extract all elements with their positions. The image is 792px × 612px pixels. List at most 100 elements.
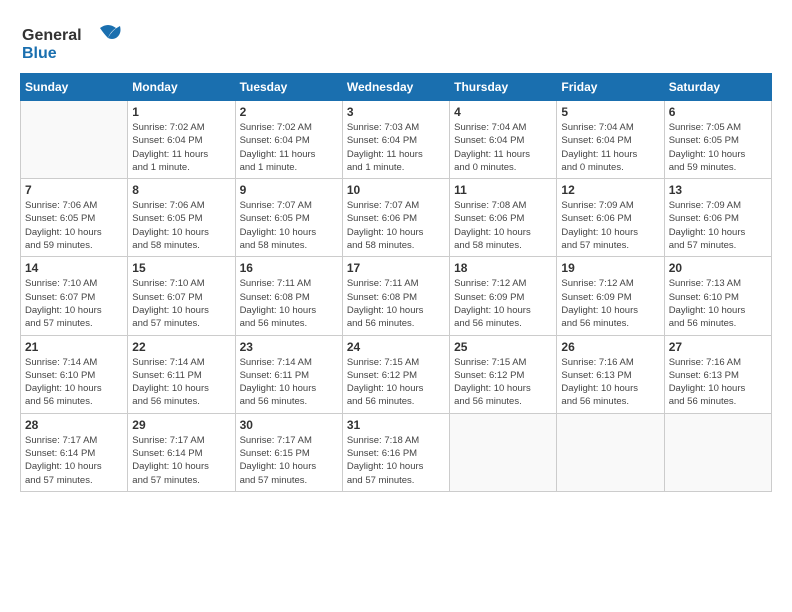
day-number: 26 [561,340,659,354]
day-number: 11 [454,183,552,197]
day-number: 12 [561,183,659,197]
day-info: Sunrise: 7:02 AM Sunset: 6:04 PM Dayligh… [240,121,338,174]
calendar-cell: 10Sunrise: 7:07 AM Sunset: 6:06 PM Dayli… [342,179,449,257]
calendar-cell: 11 Sunrise: 7:08 AM Sunset: 6:06 PM Dayli… [450,179,557,257]
day-info: Sunrise: 7:17 AM Sunset: 6:15 PM Dayligh… [240,434,338,487]
calendar-cell: 3 Sunrise: 7:03 AM Sunset: 6:04 PM Daylig… [342,101,449,179]
day-number: 24 [347,340,445,354]
day-info: Sunrise: 7:08 AM Sunset: 6:06 PM Dayligh… [454,199,552,252]
calendar-cell: 20 Sunrise: 7:13 AM Sunset: 6:10 PM Dayli… [664,257,771,335]
day-info: Sunrise: 7:09 AM Sunset: 6:06 PM Dayligh… [669,199,767,252]
day-info: Sunrise: 7:12 AM Sunset: 6:09 PM Dayligh… [561,277,659,330]
day-number: 22 [132,340,230,354]
day-number: 17 [347,261,445,275]
calendar-cell: 12 Sunrise: 7:09 AM Sunset: 6:06 PM Dayli… [557,179,664,257]
header: General Blue [20,20,772,69]
calendar-cell: 8 Sunrise: 7:06 AM Sunset: 6:05 PM Daylig… [128,179,235,257]
day-info: Sunrise: 7:16 AM Sunset: 6:13 PM Dayligh… [669,356,767,409]
calendar-cell: 2 Sunrise: 7:02 AM Sunset: 6:04 PM Daylig… [235,101,342,179]
calendar-cell: 4 Sunrise: 7:04 AM Sunset: 6:04 PM Daylig… [450,101,557,179]
day-number: 6 [669,105,767,119]
calendar-cell: 17 Sunrise: 7:11 AM Sunset: 6:08 PM Dayli… [342,257,449,335]
calendar-cell [664,413,771,491]
day-info: Sunrise: 7:16 AM Sunset: 6:13 PM Dayligh… [561,356,659,409]
day-info: Sunrise: 7:14 AM Sunset: 6:10 PM Dayligh… [25,356,123,409]
day-number: 27 [669,340,767,354]
day-number: 3 [347,105,445,119]
day-info: Sunrise: 7:05 AM Sunset: 6:05 PM Dayligh… [669,121,767,174]
calendar-cell: 9 Sunrise: 7:07 AM Sunset: 6:05 PM Daylig… [235,179,342,257]
day-number: 9 [240,183,338,197]
day-number: 19 [561,261,659,275]
day-info: Sunrise: 7:10 AM Sunset: 6:07 PM Dayligh… [132,277,230,330]
week-row: 28 Sunrise: 7:17 AM Sunset: 6:14 PM Dayli… [21,413,772,491]
day-number: 21 [25,340,123,354]
day-number: 7 [25,183,123,197]
day-info: Sunrise: 7:14 AM Sunset: 6:11 PM Dayligh… [132,356,230,409]
day-number: 20 [669,261,767,275]
calendar-cell: 26 Sunrise: 7:16 AM Sunset: 6:13 PM Dayli… [557,335,664,413]
day-info: Sunrise: 7:04 AM Sunset: 6:04 PM Dayligh… [561,121,659,174]
weekday-header: Friday [557,74,664,101]
day-info: Sunrise: 7:07 AM Sunset: 6:05 PM Dayligh… [240,199,338,252]
svg-text:Blue: Blue [22,45,57,62]
day-info: Sunrise: 7:04 AM Sunset: 6:04 PM Dayligh… [454,121,552,174]
day-info: Sunrise: 7:07 AM Sunset: 6:06 PM Dayligh… [347,199,445,252]
day-info: Sunrise: 7:02 AM Sunset: 6:04 PM Dayligh… [132,121,230,174]
day-number: 1 [132,105,230,119]
calendar-cell: 13 Sunrise: 7:09 AM Sunset: 6:06 PM Dayli… [664,179,771,257]
day-number: 4 [454,105,552,119]
day-info: Sunrise: 7:17 AM Sunset: 6:14 PM Dayligh… [25,434,123,487]
calendar-cell: 29 Sunrise: 7:17 AM Sunset: 6:14 PM Dayli… [128,413,235,491]
calendar: SundayMondayTuesdayWednesdayThursdayFrid… [20,73,772,492]
calendar-cell: 14Sunrise: 7:10 AM Sunset: 6:07 PM Dayli… [21,257,128,335]
day-number: 2 [240,105,338,119]
calendar-cell: 16 Sunrise: 7:11 AM Sunset: 6:08 PM Dayli… [235,257,342,335]
page-container: General Blue SundayMondayTuesdayWednesda… [20,20,772,492]
calendar-cell [450,413,557,491]
day-info: Sunrise: 7:17 AM Sunset: 6:14 PM Dayligh… [132,434,230,487]
weekday-header: Thursday [450,74,557,101]
day-number: 31 [347,418,445,432]
day-number: 29 [132,418,230,432]
logo-text: General Blue [20,20,130,69]
day-number: 13 [669,183,767,197]
day-number: 8 [132,183,230,197]
day-info: Sunrise: 7:06 AM Sunset: 6:05 PM Dayligh… [25,199,123,252]
calendar-cell: 6 Sunrise: 7:05 AM Sunset: 6:05 PM Daylig… [664,101,771,179]
day-number: 14 [25,261,123,275]
calendar-cell: 27 Sunrise: 7:16 AM Sunset: 6:13 PM Dayli… [664,335,771,413]
day-info: Sunrise: 7:11 AM Sunset: 6:08 PM Dayligh… [347,277,445,330]
day-info: Sunrise: 7:15 AM Sunset: 6:12 PM Dayligh… [347,356,445,409]
day-number: 5 [561,105,659,119]
day-number: 23 [240,340,338,354]
calendar-cell: 24 Sunrise: 7:15 AM Sunset: 6:12 PM Dayli… [342,335,449,413]
calendar-cell: 31 Sunrise: 7:18 AM Sunset: 6:16 PM Dayli… [342,413,449,491]
weekday-header: Sunday [21,74,128,101]
logo: General Blue [20,20,130,69]
week-row: 1 Sunrise: 7:02 AM Sunset: 6:04 PM Daylig… [21,101,772,179]
week-row: 14 Sunrise: 7:10 AM Sunset: 6:07 PM Dayli… [21,257,772,335]
day-number: 28 [25,418,123,432]
weekday-header: Wednesday [342,74,449,101]
weekday-header: Tuesday [235,74,342,101]
calendar-cell: 21 Sunrise: 7:14 AM Sunset: 6:10 PM Dayli… [21,335,128,413]
day-info: Sunrise: 7:13 AM Sunset: 6:10 PM Dayligh… [669,277,767,330]
calendar-cell: 28 Sunrise: 7:17 AM Sunset: 6:14 PM Dayli… [21,413,128,491]
day-number: 18 [454,261,552,275]
day-number: 30 [240,418,338,432]
day-info: Sunrise: 7:14 AM Sunset: 6:11 PM Dayligh… [240,356,338,409]
day-info: Sunrise: 7:11 AM Sunset: 6:08 PM Dayligh… [240,277,338,330]
weekday-header: Saturday [664,74,771,101]
day-info: Sunrise: 7:15 AM Sunset: 6:12 PM Dayligh… [454,356,552,409]
day-info: Sunrise: 7:03 AM Sunset: 6:04 PM Dayligh… [347,121,445,174]
day-number: 15 [132,261,230,275]
day-number: 16 [240,261,338,275]
calendar-cell: 19 Sunrise: 7:12 AM Sunset: 6:09 PM Dayli… [557,257,664,335]
calendar-cell: 1 Sunrise: 7:02 AM Sunset: 6:04 PM Daylig… [128,101,235,179]
day-info: Sunrise: 7:09 AM Sunset: 6:06 PM Dayligh… [561,199,659,252]
calendar-cell [557,413,664,491]
day-info: Sunrise: 7:06 AM Sunset: 6:05 PM Dayligh… [132,199,230,252]
calendar-cell: 18Sunrise: 7:12 AM Sunset: 6:09 PM Dayli… [450,257,557,335]
day-info: Sunrise: 7:18 AM Sunset: 6:16 PM Dayligh… [347,434,445,487]
